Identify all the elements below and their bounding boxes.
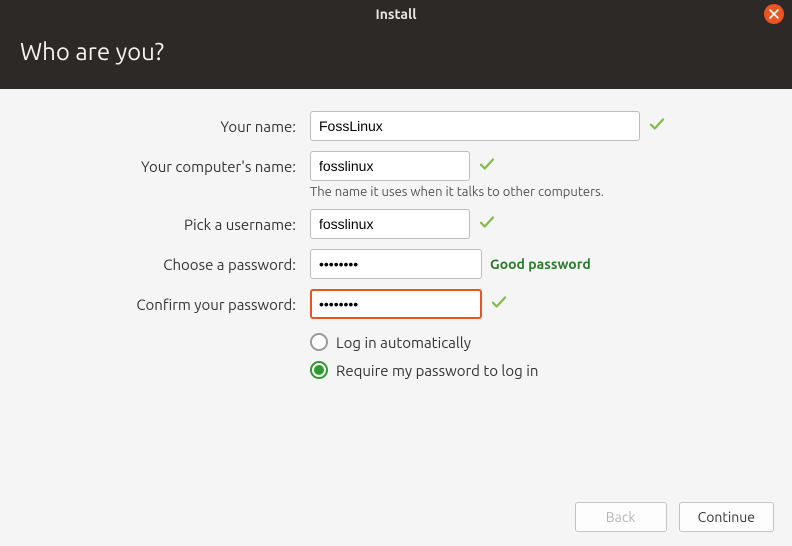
back-button[interactable]: Back [575, 502, 667, 532]
page-title: Who are you? [20, 38, 772, 65]
header: Who are you? [0, 28, 792, 89]
password-input[interactable] [310, 249, 482, 279]
form-body: Your name: Your computer's name: The nam… [0, 89, 792, 546]
password-strength: Good password [490, 256, 591, 272]
install-window: Install Who are you? Your name: Your com… [0, 0, 792, 546]
check-icon [478, 213, 496, 235]
login-auto-option[interactable]: Log in automatically [310, 333, 792, 351]
confirm-password-label: Confirm your password: [0, 296, 300, 313]
check-icon [490, 293, 508, 315]
check-icon [648, 115, 666, 137]
radio-icon [310, 361, 328, 379]
computer-name-label: Your computer's name: [0, 158, 300, 175]
password-label: Choose a password: [0, 256, 300, 273]
window-title: Install [376, 6, 417, 22]
username-label: Pick a username: [0, 216, 300, 233]
titlebar: Install [0, 0, 792, 28]
radio-icon [310, 333, 328, 351]
confirm-password-input[interactable] [310, 289, 482, 319]
close-icon[interactable] [764, 4, 784, 24]
continue-button[interactable]: Continue [679, 502, 774, 532]
username-input[interactable] [310, 209, 470, 239]
computer-name-input[interactable] [310, 151, 470, 181]
name-label: Your name: [0, 118, 300, 135]
footer: Back Continue [575, 502, 774, 532]
check-icon [478, 155, 496, 177]
name-input[interactable] [310, 111, 640, 141]
login-auto-label: Log in automatically [336, 334, 471, 351]
login-require-option[interactable]: Require my password to log in [310, 361, 792, 379]
computer-name-hint: The name it uses when it talks to other … [310, 185, 792, 199]
login-require-label: Require my password to log in [336, 362, 538, 379]
